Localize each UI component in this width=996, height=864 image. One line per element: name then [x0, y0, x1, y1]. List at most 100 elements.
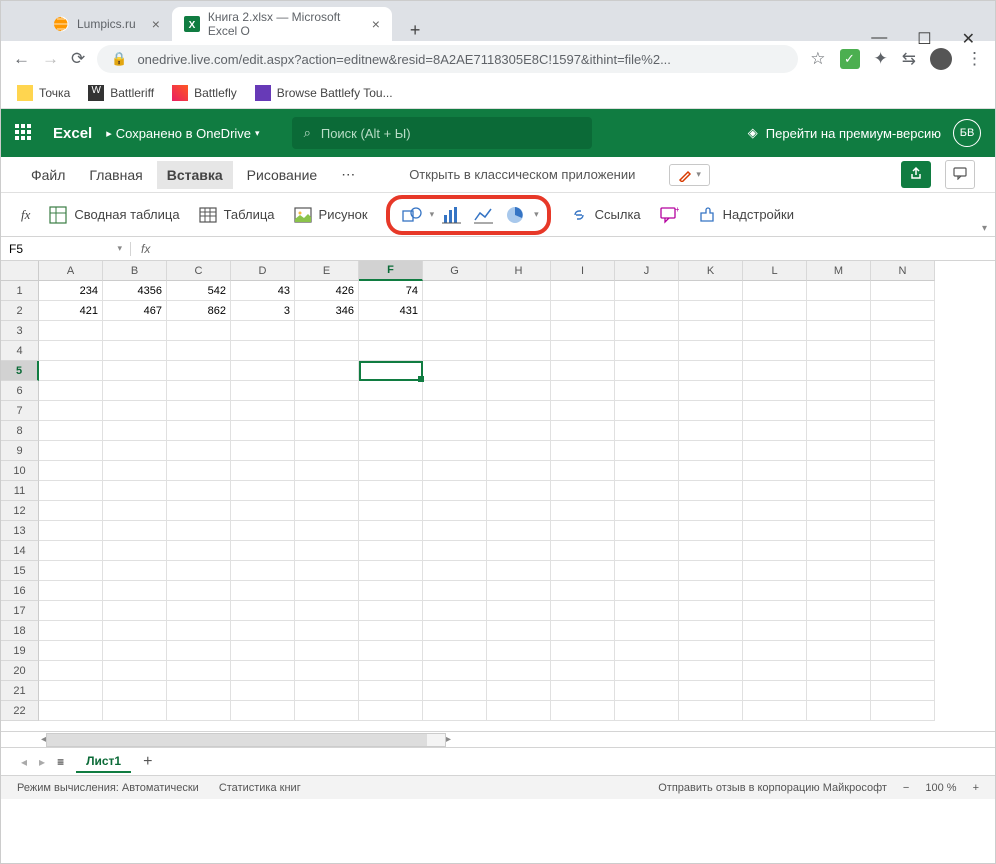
cell-D22[interactable] [231, 701, 295, 721]
sheet-tab-1[interactable]: Лист1 [76, 751, 131, 773]
cell-A15[interactable] [39, 561, 103, 581]
cell-K3[interactable] [679, 321, 743, 341]
browser-tab-1[interactable]: X Книга 2.xlsx — Microsoft Excel O × [172, 7, 392, 41]
column-header-N[interactable]: N [871, 261, 935, 281]
sheets-list-icon[interactable]: ≡ [57, 755, 64, 769]
cell-I6[interactable] [551, 381, 615, 401]
cell-N2[interactable] [871, 301, 935, 321]
cell-A3[interactable] [39, 321, 103, 341]
column-header-F[interactable]: F [359, 261, 423, 281]
cell-M8[interactable] [807, 421, 871, 441]
cell-L14[interactable] [743, 541, 807, 561]
row-header-20[interactable]: 20 [1, 661, 39, 681]
row-header-18[interactable]: 18 [1, 621, 39, 641]
column-header-C[interactable]: C [167, 261, 231, 281]
cell-H21[interactable] [487, 681, 551, 701]
cell-G4[interactable] [423, 341, 487, 361]
cell-H16[interactable] [487, 581, 551, 601]
cell-F4[interactable] [359, 341, 423, 361]
cell-L6[interactable] [743, 381, 807, 401]
bar-chart-button[interactable] [438, 203, 466, 227]
cell-N17[interactable] [871, 601, 935, 621]
cell-J8[interactable] [615, 421, 679, 441]
close-tab-icon[interactable]: × [372, 16, 380, 32]
column-header-G[interactable]: G [423, 261, 487, 281]
cell-A4[interactable] [39, 341, 103, 361]
cell-H20[interactable] [487, 661, 551, 681]
cell-F13[interactable] [359, 521, 423, 541]
cell-N10[interactable] [871, 461, 935, 481]
cell-G6[interactable] [423, 381, 487, 401]
row-header-10[interactable]: 10 [1, 461, 39, 481]
cell-K7[interactable] [679, 401, 743, 421]
reload-button[interactable]: ⟳ [71, 49, 85, 69]
cell-I13[interactable] [551, 521, 615, 541]
cell-J9[interactable] [615, 441, 679, 461]
cell-G18[interactable] [423, 621, 487, 641]
close-tab-icon[interactable]: × [152, 16, 160, 32]
cell-F8[interactable] [359, 421, 423, 441]
cell-L1[interactable] [743, 281, 807, 301]
browser-tab-0[interactable]: Lumpics.ru × [41, 7, 172, 41]
cell-J11[interactable] [615, 481, 679, 501]
cell-E15[interactable] [295, 561, 359, 581]
cell-B18[interactable] [103, 621, 167, 641]
addins-button[interactable]: Надстройки [697, 205, 794, 225]
cell-E16[interactable] [295, 581, 359, 601]
cell-K11[interactable] [679, 481, 743, 501]
cell-A1[interactable]: 234 [39, 281, 103, 301]
cell-D11[interactable] [231, 481, 295, 501]
cell-M20[interactable] [807, 661, 871, 681]
cell-K6[interactable] [679, 381, 743, 401]
select-all-corner[interactable] [1, 261, 39, 281]
cell-M22[interactable] [807, 701, 871, 721]
cell-E7[interactable] [295, 401, 359, 421]
cell-F14[interactable] [359, 541, 423, 561]
cell-H2[interactable] [487, 301, 551, 321]
cell-J16[interactable] [615, 581, 679, 601]
row-header-13[interactable]: 13 [1, 521, 39, 541]
cell-D9[interactable] [231, 441, 295, 461]
cell-H18[interactable] [487, 621, 551, 641]
cell-N9[interactable] [871, 441, 935, 461]
cell-J18[interactable] [615, 621, 679, 641]
cell-L7[interactable] [743, 401, 807, 421]
cell-N1[interactable] [871, 281, 935, 301]
cell-C1[interactable]: 542 [167, 281, 231, 301]
cell-J19[interactable] [615, 641, 679, 661]
cell-C2[interactable]: 862 [167, 301, 231, 321]
user-avatar[interactable]: БВ [953, 119, 981, 147]
bookmark-2[interactable]: Battlefly [172, 85, 237, 101]
cell-A18[interactable] [39, 621, 103, 641]
tab-more[interactable]: ⋯ [331, 160, 365, 189]
cell-N12[interactable] [871, 501, 935, 521]
column-header-D[interactable]: D [231, 261, 295, 281]
cell-J17[interactable] [615, 601, 679, 621]
cell-G2[interactable] [423, 301, 487, 321]
cell-I5[interactable] [551, 361, 615, 381]
column-header-J[interactable]: J [615, 261, 679, 281]
cell-L15[interactable] [743, 561, 807, 581]
cell-D17[interactable] [231, 601, 295, 621]
comments-button[interactable] [945, 160, 975, 189]
cell-K19[interactable] [679, 641, 743, 661]
cell-G19[interactable] [423, 641, 487, 661]
cell-H3[interactable] [487, 321, 551, 341]
row-header-8[interactable]: 8 [1, 421, 39, 441]
cell-I17[interactable] [551, 601, 615, 621]
cell-J12[interactable] [615, 501, 679, 521]
cell-B20[interactable] [103, 661, 167, 681]
cell-G21[interactable] [423, 681, 487, 701]
cell-A17[interactable] [39, 601, 103, 621]
cell-K4[interactable] [679, 341, 743, 361]
cell-D19[interactable] [231, 641, 295, 661]
open-desktop-link[interactable]: Открыть в классическом приложении [409, 167, 635, 182]
cell-C3[interactable] [167, 321, 231, 341]
cell-B10[interactable] [103, 461, 167, 481]
extension-check-icon[interactable]: ✓ [840, 49, 860, 69]
link-button[interactable]: Ссылка [569, 205, 641, 225]
cell-M7[interactable] [807, 401, 871, 421]
cell-M17[interactable] [807, 601, 871, 621]
line-chart-button[interactable] [470, 203, 498, 227]
cell-K2[interactable] [679, 301, 743, 321]
